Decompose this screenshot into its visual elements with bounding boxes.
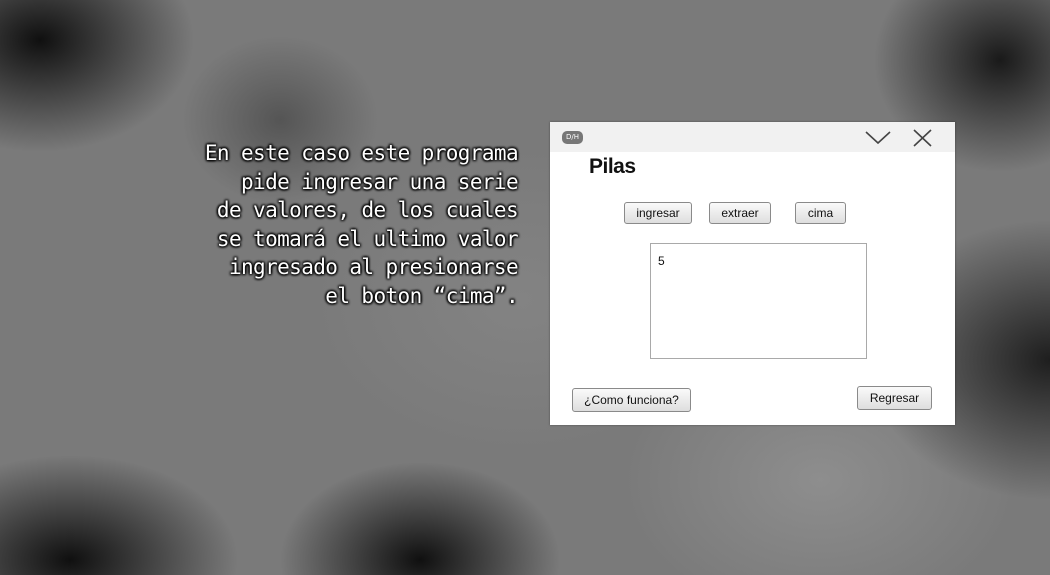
caption-line: el boton “cima”. (325, 283, 518, 308)
app-badge: D/H (562, 131, 583, 144)
explanation-caption: En este caso este programa pide ingresar… (138, 139, 519, 310)
close-icon[interactable] (909, 127, 937, 149)
caption-line: se tomará el ultimo valor (216, 226, 519, 251)
cima-button[interactable]: cima (795, 202, 846, 224)
window-title: Pilas (589, 155, 636, 178)
extraer-button[interactable]: extraer (709, 202, 771, 224)
output-textarea[interactable]: 5 (650, 243, 867, 359)
caption-line: de valores, de los cuales (216, 198, 519, 222)
app-window: D/H Pilas ingresar extraer cima 5 ¿Como … (550, 122, 955, 425)
caption-line: pide ingresar una serie (241, 169, 519, 194)
back-button[interactable]: Regresar (857, 386, 932, 410)
ingresar-button[interactable]: ingresar (624, 202, 692, 224)
caption-line: ingresado al presionarse (228, 255, 519, 279)
how-it-works-button[interactable]: ¿Como funciona? (572, 388, 691, 412)
caption-line: En este caso este programa (204, 141, 519, 165)
chevron-down-icon[interactable] (864, 127, 892, 149)
title-bar: D/H (550, 122, 955, 152)
